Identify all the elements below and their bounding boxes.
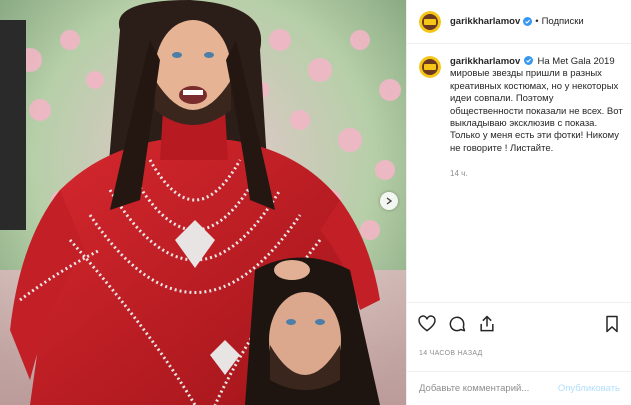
post-header: garikkharlamov • Подписки (407, 0, 631, 44)
caption-text-block: garikkharlamov На Met Gala 2019 мировые … (450, 56, 624, 181)
post-actions (407, 302, 631, 344)
post-sidebar: garikkharlamov • Подписки garikkharlamov (406, 0, 631, 405)
header-username[interactable]: garikkharlamov (450, 16, 520, 27)
comment-form: Опубликовать (407, 371, 631, 405)
caption-time[interactable]: 14 ч. (450, 168, 624, 180)
avatar[interactable] (419, 10, 441, 33)
post-media[interactable] (0, 0, 406, 405)
avatar-logo-icon (419, 56, 441, 78)
following-button[interactable]: Подписки (542, 16, 584, 27)
next-slide-button[interactable] (380, 192, 398, 210)
caption-avatar[interactable] (419, 56, 441, 78)
verified-badge-icon (523, 56, 533, 65)
post-timestamp[interactable]: 14 ЧАСОВ НАЗАД (419, 350, 483, 357)
publish-button[interactable]: Опубликовать (558, 383, 620, 394)
chevron-right-icon (386, 197, 393, 205)
comment-button[interactable] (447, 314, 467, 334)
verified-badge-icon (523, 17, 533, 26)
comment-input[interactable] (419, 383, 558, 394)
avatar-logo-icon (419, 10, 441, 33)
post-photo (0, 0, 406, 405)
comment-icon (449, 316, 466, 331)
heart-icon (418, 314, 436, 332)
like-button[interactable] (417, 314, 437, 334)
caption-username[interactable]: garikkharlamov (450, 56, 520, 67)
bookmark-icon (606, 315, 618, 332)
caption-body: На Met Gala 2019 мировые звезды пришли в… (450, 56, 623, 154)
post-caption: garikkharlamov На Met Gala 2019 мировые … (419, 56, 624, 181)
instagram-post: garikkharlamov • Подписки garikkharlamov (0, 0, 631, 405)
share-button[interactable] (477, 314, 497, 334)
separator-dot: • (535, 16, 539, 27)
save-button[interactable] (602, 314, 622, 334)
share-icon (480, 314, 494, 331)
